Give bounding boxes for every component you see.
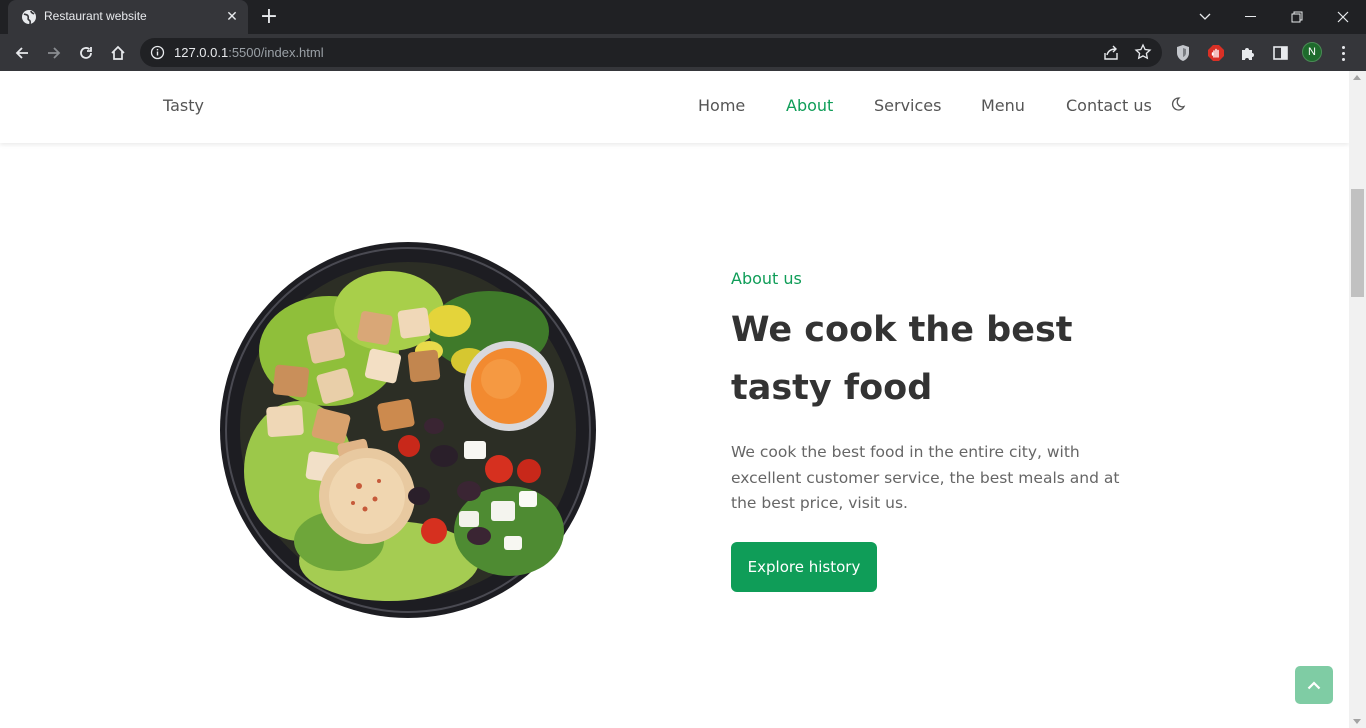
site-logo[interactable]: Tasty (163, 96, 204, 115)
scroll-up-arrow-icon[interactable] (1353, 75, 1361, 80)
address-bar[interactable]: 127.0.0.1:5500/index.html (140, 38, 1162, 67)
explore-history-button[interactable]: Explore history (731, 542, 877, 592)
side-panel-button[interactable] (1270, 43, 1290, 63)
home-icon (111, 45, 125, 60)
page-scrollbar[interactable] (1349, 71, 1366, 728)
back-button[interactable] (10, 41, 34, 65)
salad-bowl-image (220, 242, 596, 618)
bookmark-star-icon[interactable] (1134, 43, 1152, 61)
side-panel-icon (1272, 46, 1288, 60)
nav-link-services[interactable]: Services (874, 96, 941, 115)
minimize-button[interactable] (1228, 0, 1274, 34)
nav-link-about[interactable]: About (786, 96, 833, 115)
url-path: :5500/index.html (228, 45, 324, 60)
reload-button[interactable] (74, 41, 98, 65)
browser-toolbar: 127.0.0.1:5500/index.html N (0, 34, 1366, 71)
extensions-button[interactable] (1238, 43, 1258, 63)
section-title: We cook the best tasty food (731, 310, 1073, 408)
scroll-down-arrow-icon[interactable] (1353, 719, 1361, 724)
close-icon (1337, 11, 1349, 23)
browser-tab[interactable]: Restaurant website ✕ (8, 0, 248, 34)
browser-menu-icon[interactable] (1334, 43, 1352, 63)
adblock-extension-button[interactable] (1206, 43, 1226, 63)
share-icon[interactable] (1102, 44, 1120, 62)
site-header: Tasty Home About Services Menu Contact u… (0, 71, 1349, 143)
restore-icon (1291, 11, 1303, 23)
moon-icon[interactable] (1170, 96, 1186, 112)
browser-tab-bar: Restaurant website ✕ + (0, 0, 1366, 34)
minimize-icon (1245, 16, 1256, 17)
shield-extension-button[interactable] (1173, 43, 1193, 63)
tab-search-button[interactable] (1182, 0, 1228, 34)
address-url: 127.0.0.1:5500/index.html (174, 45, 324, 60)
chevron-down-icon (1199, 13, 1211, 20)
stop-hand-icon (1208, 45, 1224, 61)
arrow-left-icon (15, 47, 28, 59)
close-window-button[interactable] (1320, 0, 1366, 34)
shield-icon (1177, 45, 1189, 61)
close-tab-icon[interactable]: ✕ (224, 9, 240, 25)
globe-icon (22, 10, 36, 25)
new-tab-button[interactable]: + (258, 6, 280, 29)
url-host: 127.0.0.1 (174, 45, 229, 60)
forward-button[interactable] (42, 41, 66, 65)
tab-title: Restaurant website (44, 9, 147, 23)
nav-link-home[interactable]: Home (698, 96, 745, 115)
info-icon[interactable] (150, 45, 165, 60)
scroll-to-top-button[interactable] (1295, 666, 1333, 704)
chevron-up-icon (1307, 680, 1321, 689)
puzzle-icon (1242, 48, 1254, 60)
section-subtitle: About us (731, 269, 802, 288)
scrollbar-thumb[interactable] (1351, 189, 1364, 297)
section-description: We cook the best food in the entire city… (731, 443, 1120, 512)
page-viewport: Tasty Home About Services Menu Contact u… (0, 71, 1349, 728)
profile-avatar[interactable]: N (1302, 42, 1322, 62)
reload-icon (80, 47, 92, 59)
nav-link-menu[interactable]: Menu (981, 96, 1025, 115)
arrow-right-icon (48, 47, 61, 59)
nav-link-contact[interactable]: Contact us (1066, 96, 1152, 115)
restore-button[interactable] (1274, 0, 1320, 34)
home-button[interactable] (106, 41, 130, 65)
